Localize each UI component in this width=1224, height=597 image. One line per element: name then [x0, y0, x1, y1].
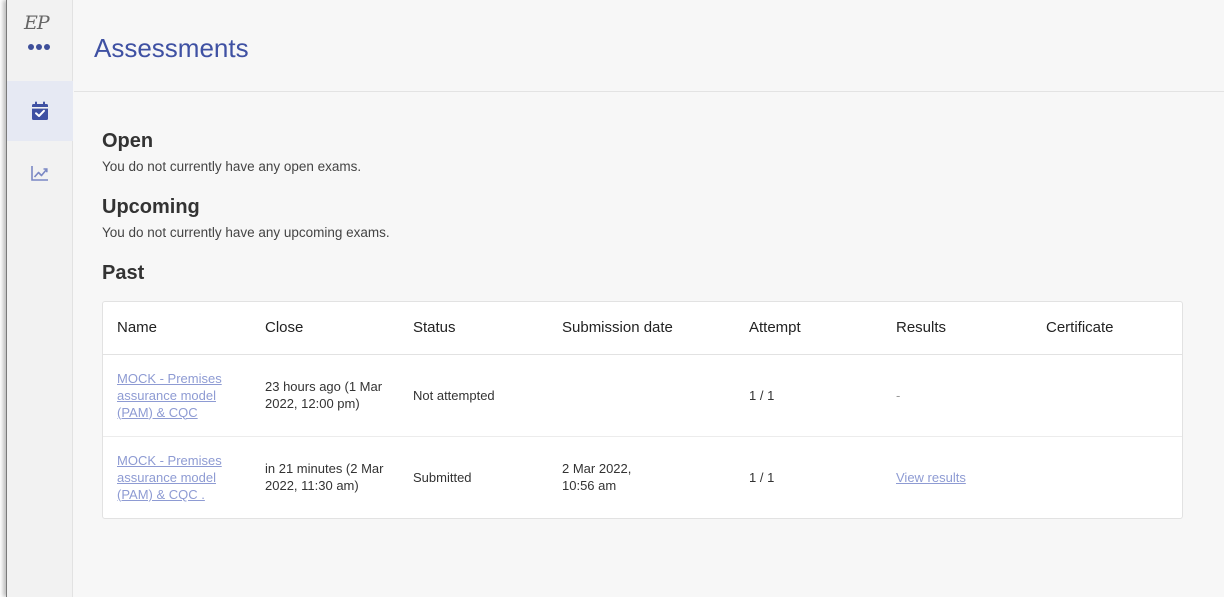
- cell-name: MOCK - Premises assurance model (PAM) & CQ…: [103, 354, 251, 437]
- table-row: MOCK - Premises assurance model (PAM) & CQ…: [103, 354, 1182, 437]
- table-body: MOCK - Premises assurance model (PAM) & CQ…: [103, 354, 1182, 518]
- upcoming-section: Upcoming You do not currently have any u…: [102, 196, 1182, 240]
- cell-close: 23 hours ago (1 Mar 2022, 12:00 pm): [251, 354, 399, 437]
- logo[interactable]: EP: [21, 12, 61, 58]
- open-empty-text: You do not currently have any open exams…: [102, 159, 362, 174]
- past-heading: Past: [102, 262, 145, 284]
- col-attempt: Attempt: [735, 302, 882, 355]
- logo-dots: [28, 44, 50, 50]
- calendar-check-icon: [32, 101, 48, 120]
- past-section: Past Name Close Status Submission date A…: [102, 262, 1183, 519]
- col-close: Close: [251, 302, 399, 355]
- col-name: Name: [103, 302, 251, 355]
- past-exams-table-card: Name Close Status Submission date Attemp…: [102, 301, 1183, 519]
- col-status: Status: [399, 302, 548, 355]
- col-submission-date: Submission date: [548, 302, 735, 355]
- cell-certificate: [1032, 436, 1182, 518]
- page-header: Assessments: [74, 0, 1224, 92]
- cell-close: in 21 minutes (2 Mar 2022, 11:30 am): [265, 461, 384, 494]
- cell-status: Not attempted: [399, 354, 548, 437]
- cell-certificate: [1032, 354, 1182, 437]
- cell-attempt: 1 / 1: [749, 469, 775, 485]
- upcoming-empty-text: You do not currently have any upcoming e…: [102, 225, 390, 240]
- cell-results: View results: [882, 436, 1032, 518]
- view-results-link[interactable]: View results: [896, 470, 966, 485]
- rail-item-assessments[interactable]: [7, 81, 73, 141]
- cell-submission-date: [548, 354, 735, 437]
- exam-name-link[interactable]: MOCK - Premises assurance model (PAM) & CQ…: [117, 371, 222, 420]
- cell-attempt: 1 / 1: [735, 354, 882, 437]
- trending-chart-icon: [31, 166, 48, 181]
- main-content: Open You do not currently have any open …: [102, 130, 1183, 519]
- open-section: Open You do not currently have any open …: [102, 130, 1182, 174]
- cell-submission-date: 2 Mar 2022, 10:56 am: [562, 461, 632, 494]
- cell-results: -: [882, 354, 1032, 437]
- rail-item-progress[interactable]: [7, 143, 73, 203]
- results-none: -: [896, 387, 901, 403]
- col-certificate: Certificate: [1032, 302, 1182, 355]
- table-header-row: Name Close Status Submission date Attemp…: [103, 302, 1182, 355]
- exam-name-link[interactable]: MOCK - Premises assurance model (PAM) & CQ…: [117, 453, 222, 502]
- cell-status: Submitted: [413, 469, 472, 485]
- table-row: MOCK - Premises assurance model (PAM) & CQ…: [103, 436, 1182, 518]
- cell-name: MOCK - Premises assurance model (PAM) & CQ…: [103, 436, 251, 518]
- logo-monogram: EP: [24, 12, 50, 34]
- side-rail: EP: [7, 0, 73, 597]
- col-results: Results: [882, 302, 1032, 355]
- page-title: Assessments: [94, 33, 249, 63]
- upcoming-heading: Upcoming: [102, 196, 200, 218]
- past-exams-table: Name Close Status Submission date Attemp…: [103, 302, 1182, 518]
- open-heading: Open: [102, 130, 154, 152]
